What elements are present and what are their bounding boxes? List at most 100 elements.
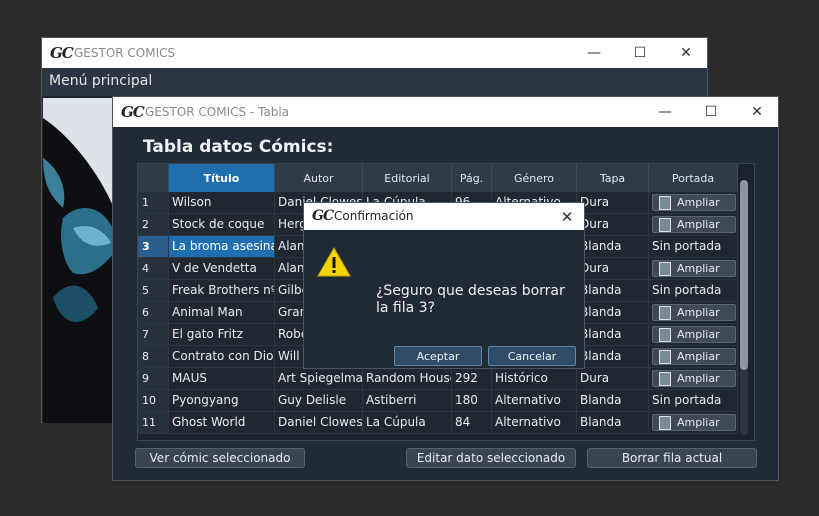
minimize-button[interactable]: — [571,38,617,68]
ampliar-label: Ampliar [677,218,720,231]
cell-paginas[interactable]: 292 [452,368,492,390]
cell-autor[interactable]: Guy Delisle [275,390,363,412]
ampliar-button[interactable]: Ampliar [652,216,736,233]
row-number[interactable]: 5 [138,280,169,302]
cell-titulo[interactable]: V de Vendetta [169,258,275,280]
cell-portada[interactable]: Ampliar [649,302,738,324]
row-number[interactable]: 7 [138,324,169,346]
cell-portada[interactable]: Ampliar [649,368,738,390]
column-header-genero[interactable]: Género [492,164,577,192]
dialog-titlebar[interactable]: GC Confirmación ✕ [304,203,584,230]
cell-titulo[interactable]: MAUS [169,368,275,390]
table-row[interactable]: 11 Ghost World Daniel Clowes La Cúpula 84 Alt… [138,412,738,434]
close-icon: ✕ [680,45,692,61]
row-number[interactable]: 2 [138,214,169,236]
dialog-close-button[interactable]: ✕ [550,203,584,230]
cancel-button[interactable]: Cancelar [488,346,576,366]
row-number[interactable]: 9 [138,368,169,390]
cell-titulo[interactable]: Pyongyang [169,390,275,412]
cell-genero[interactable]: Histórico [492,368,577,390]
app-logo: GC [121,103,145,121]
cell-portada[interactable]: Sin portada [649,280,738,302]
row-number[interactable]: 11 [138,412,169,434]
cell-portada[interactable]: Ampliar [649,346,738,368]
cell-titulo[interactable]: Stock de coque [169,214,275,236]
cell-portada[interactable]: Sin portada [649,236,738,258]
cell-tapa[interactable]: Blanda [577,412,649,434]
ampliar-button[interactable]: Ampliar [652,304,736,321]
ampliar-button[interactable]: Ampliar [652,260,736,277]
edit-data-button[interactable]: Editar dato seleccionado [406,448,576,468]
cell-tapa[interactable]: Blanda [577,302,649,324]
cell-titulo[interactable]: Contrato con Dios [169,346,275,368]
cell-autor[interactable]: Daniel Clowes [275,412,363,434]
cell-paginas[interactable]: 84 [452,412,492,434]
main-titlebar[interactable]: GC GESTOR COMICS — ☐ ✕ [42,38,707,68]
cell-titulo[interactable]: Wilson [169,192,275,214]
menu-principal[interactable]: Menú principal [49,73,152,89]
accept-button[interactable]: Aceptar [394,346,482,366]
maximize-icon: ☐ [704,104,718,120]
cell-tapa[interactable]: Dura [577,214,649,236]
cell-tapa[interactable]: Dura [577,368,649,390]
cell-tapa[interactable]: Blanda [577,390,649,412]
cell-portada[interactable]: Ampliar [649,192,738,214]
table-row[interactable]: 10 Pyongyang Guy Delisle Astiberri 180 Altern… [138,390,738,412]
vertical-scrollbar[interactable] [740,180,748,435]
column-header-tapa[interactable]: Tapa [577,164,649,192]
dialog-title: Confirmación [334,209,414,223]
row-number[interactable]: 1 [138,192,169,214]
cell-portada[interactable]: Sin portada [649,390,738,412]
view-comic-button[interactable]: Ver cómic seleccionado [135,448,305,468]
cell-tapa[interactable]: Blanda [577,280,649,302]
cell-tapa[interactable]: Blanda [577,324,649,346]
cell-titulo[interactable]: Animal Man [169,302,275,324]
cell-tapa[interactable]: Dura [577,192,649,214]
cell-editorial[interactable]: Random House [363,368,452,390]
column-header-titulo[interactable]: Título [169,164,275,192]
cell-portada[interactable]: Ampliar [649,324,738,346]
cell-genero[interactable]: Alternativo [492,412,577,434]
row-number[interactable]: 8 [138,346,169,368]
cell-tapa[interactable]: Blanda [577,346,649,368]
cell-genero[interactable]: Alternativo [492,390,577,412]
cell-titulo[interactable]: Freak Brothers nº 1 [169,280,275,302]
column-header-autor[interactable]: Autor [275,164,363,192]
column-header-editorial[interactable]: Editorial [363,164,452,192]
cell-portada[interactable]: Ampliar [649,258,738,280]
minimize-button[interactable]: — [642,97,688,127]
table-titlebar[interactable]: GC GESTOR COMICS - Tabla — ☐ ✕ [113,97,778,127]
scrollbar-thumb[interactable] [740,180,748,370]
row-number[interactable]: 6 [138,302,169,324]
close-button[interactable]: ✕ [663,38,709,68]
cell-editorial[interactable]: La Cúpula [363,412,452,434]
close-button[interactable]: ✕ [734,97,780,127]
cell-tapa[interactable]: Blanda [577,236,649,258]
cell-autor[interactable]: Art Spiegelman [275,368,363,390]
table-row[interactable]: 9 MAUS Art Spiegelman Random House 292 Histór… [138,368,738,390]
row-number[interactable]: 10 [138,390,169,412]
cell-paginas[interactable]: 180 [452,390,492,412]
row-number-header [138,164,169,192]
row-number[interactable]: 4 [138,258,169,280]
cell-titulo[interactable]: El gato Fritz [169,324,275,346]
delete-row-button[interactable]: Borrar fila actual [587,448,757,468]
cell-titulo[interactable]: La broma asesina [169,236,275,258]
cell-portada[interactable]: Ampliar [649,214,738,236]
column-header-paginas[interactable]: Pág. [452,164,492,192]
ampliar-button[interactable]: Ampliar [652,326,736,343]
maximize-button[interactable]: ☐ [617,38,663,68]
ampliar-button[interactable]: Ampliar [652,194,736,211]
cell-tapa[interactable]: Dura [577,258,649,280]
maximize-button[interactable]: ☐ [688,97,734,127]
ampliar-label: Ampliar [677,372,720,385]
column-header-portada[interactable]: Portada [649,164,738,192]
cell-editorial[interactable]: Astiberri [363,390,452,412]
warning-icon [317,246,351,281]
ampliar-button[interactable]: Ampliar [652,348,736,365]
cell-titulo[interactable]: Ghost World [169,412,275,434]
cell-portada[interactable]: Ampliar [649,412,738,434]
ampliar-button[interactable]: Ampliar [652,414,736,431]
row-number[interactable]: 3 [138,236,169,258]
ampliar-button[interactable]: Ampliar [652,370,736,387]
